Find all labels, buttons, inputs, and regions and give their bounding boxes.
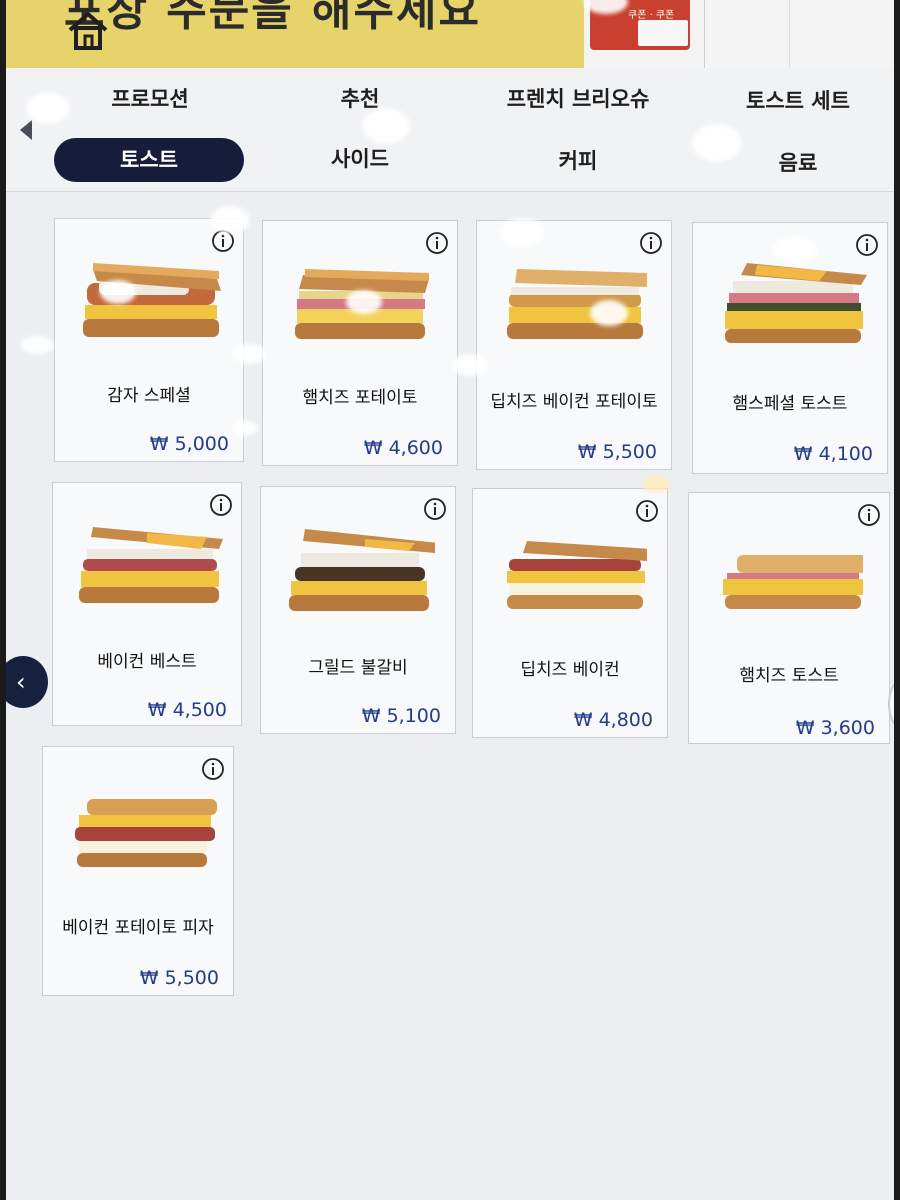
home-icon[interactable] [64, 8, 112, 52]
prev-page-button[interactable]: ‹ [6, 656, 48, 708]
sandwich-image [723, 555, 863, 609]
sandwich-image [79, 527, 223, 603]
tab-promotion[interactable]: 프로모션 [50, 84, 250, 114]
glare-spot [642, 476, 670, 492]
product-name: 베이컨 포테이토 피자 [62, 918, 214, 938]
glare-spot [232, 420, 258, 436]
product-price: ₩ 4,800 [573, 709, 653, 731]
product-price: ₩ 4,500 [147, 699, 227, 721]
sandwich-image [83, 263, 221, 337]
glare-spot [452, 354, 488, 376]
product-card[interactable]: 햄치즈 포테이토 ₩ 4,600 [262, 220, 458, 466]
product-price: ₩ 5,500 [139, 967, 219, 989]
category-tabs: 프로모션 추천 프렌치 브리오슈 토스트 세트 토스트 사이드 커피 음료 [6, 68, 894, 192]
tab-coffee[interactable]: 커피 [478, 146, 678, 176]
coupon-barcode [638, 20, 688, 46]
glare-spot [692, 124, 742, 162]
tab-recommended[interactable]: 추천 [260, 84, 460, 114]
product-card[interactable]: 그릴드 불갈비 ₩ 5,100 [260, 486, 456, 734]
glare-spot [500, 218, 544, 248]
glare-spot [772, 236, 818, 264]
product-card[interactable]: 감자 스페셜 ₩ 5,000 [54, 218, 244, 462]
tab-french-brioche[interactable]: 프렌치 브리오슈 [478, 84, 678, 114]
product-price: ₩ 5,100 [361, 705, 441, 727]
product-price: ₩ 5,000 [149, 433, 229, 455]
product-card[interactable]: 딥치즈 베이컨 ₩ 4,800 [472, 488, 668, 738]
banner-side-panel: 쿠폰 · 쿠폰 [584, 0, 894, 68]
product-card[interactable]: 베이컨 베스트 ₩ 4,500 [52, 482, 242, 726]
sandwich-image [289, 529, 435, 611]
glare-spot [20, 336, 54, 354]
glare-spot [210, 206, 250, 234]
glare-spot [232, 344, 266, 364]
product-name: 햄스페셜 토스트 [732, 394, 848, 414]
product-card[interactable]: 햄치즈 토스트 ₩ 3,600 [688, 492, 890, 744]
product-price: ₩ 3,600 [795, 717, 875, 739]
glare-spot [590, 300, 628, 326]
glare-spot [362, 108, 410, 144]
tab-side[interactable]: 사이드 [260, 144, 460, 174]
glare-spot [100, 280, 136, 304]
product-name: 햄치즈 토스트 [739, 666, 839, 686]
glare-spot [346, 290, 382, 314]
banner-title: 포장 주문을 해주세요 [64, 0, 481, 36]
product-card[interactable]: 베이컨 포테이토 피자 ₩ 5,500 [42, 746, 234, 996]
product-name: 햄치즈 포테이토 [302, 388, 418, 408]
sandwich-image [507, 269, 647, 339]
coupon-label: 쿠폰 · 쿠폰 [628, 10, 675, 21]
product-price: ₩ 4,600 [363, 437, 443, 459]
sandwich-image [75, 799, 217, 867]
banner-grid [704, 0, 894, 68]
tab-toast[interactable]: 토스트 [54, 138, 244, 182]
product-name: 딥치즈 베이컨 [520, 660, 620, 680]
product-card[interactable]: 딥치즈 베이컨 포테이토 ₩ 5,500 [476, 220, 672, 470]
sandwich-image [507, 541, 647, 609]
product-name: 그릴드 불갈비 [308, 658, 408, 678]
product-price: ₩ 4,100 [793, 443, 873, 465]
top-banner: 포장 주문을 해주세요 쿠폰 · 쿠폰 [6, 0, 894, 68]
kiosk-screen: 포장 주문을 해주세요 쿠폰 · 쿠폰 프로모션 추천 프렌치 브리오슈 토스트… [6, 0, 894, 1200]
product-price: ₩ 5,500 [577, 441, 657, 463]
glare-spot [26, 92, 70, 124]
product-name: 베이컨 베스트 [97, 652, 197, 672]
tabs-scroll-left-icon[interactable] [20, 120, 32, 140]
chevron-left-icon: ‹ [16, 668, 26, 696]
product-name: 감자 스페셜 [107, 386, 191, 406]
product-name: 딥치즈 베이컨 포테이토 [490, 392, 658, 412]
tab-toast-set[interactable]: 토스트 세트 [698, 86, 894, 116]
